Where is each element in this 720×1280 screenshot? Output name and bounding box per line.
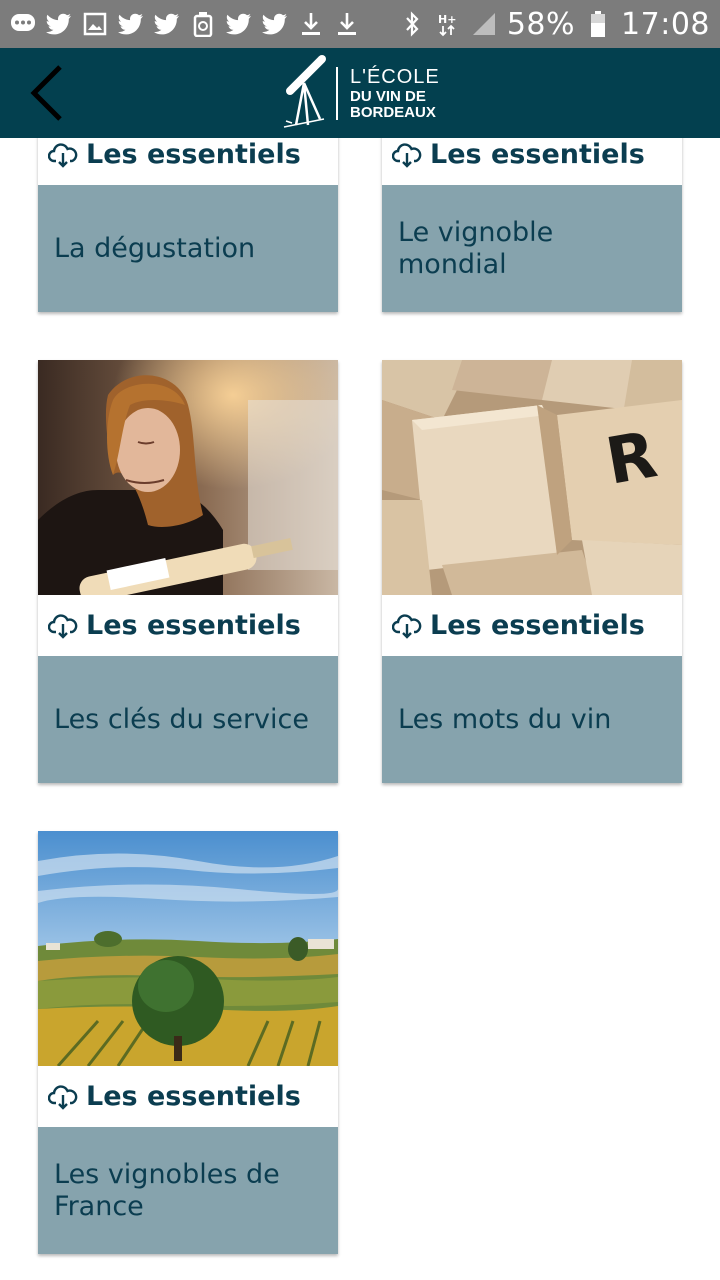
logo-line-1: L'ÉCOLE <box>350 65 440 88</box>
cloud-download-icon <box>48 611 78 641</box>
image-icon <box>82 11 108 37</box>
badge-label: Les essentiels <box>86 1081 301 1112</box>
cloud-download-icon <box>392 140 422 170</box>
twitter-icon <box>118 11 144 37</box>
download-icon <box>298 11 324 37</box>
card-badge: Les essentiels <box>38 138 338 185</box>
clock: 17:08 <box>621 6 710 42</box>
wooden-letter-tiles-photo: R <box>382 360 682 595</box>
card-body: La dégustation <box>38 185 338 312</box>
card-body: Le vignoble mondial <box>382 185 682 312</box>
messages-icon <box>10 11 36 37</box>
course-card[interactable]: Les essentiels La dégustation <box>38 138 338 312</box>
recycle-icon <box>190 11 216 37</box>
battery-percent: 58% <box>506 6 576 42</box>
course-grid: Les essentiels La dégustation Les essent… <box>0 138 720 1280</box>
system-indicators: H+ 58% 17:08 <box>399 7 710 42</box>
logo-wordmark: L'ÉCOLE DU VIN DE BORDEAUX <box>336 65 440 121</box>
card-body: Les vignobles de France <box>38 1127 338 1254</box>
school-logo: L'ÉCOLE DU VIN DE BORDEAUX <box>282 54 440 132</box>
hplus-signal-icon: H+ <box>435 11 461 37</box>
cloud-download-icon <box>392 611 422 641</box>
back-button[interactable] <box>16 62 76 124</box>
card-title: Les clés du service <box>54 703 309 735</box>
twitter-icon <box>262 11 288 37</box>
app-header: L'ÉCOLE DU VIN DE BORDEAUX <box>0 48 720 138</box>
woman-pouring-wine-photo <box>38 360 338 595</box>
logo-line-2: DU VIN DE <box>350 87 426 105</box>
telescope-icon <box>283 55 326 128</box>
card-title: Les vignobles de France <box>54 1158 280 1222</box>
status-bar: H+ 58% 17:08 <box>0 0 720 48</box>
card-body: Les clés du service <box>38 656 338 783</box>
course-card[interactable]: Les essentiels Les vignobles de France <box>38 831 338 1254</box>
notification-icons <box>10 11 360 37</box>
cloud-download-icon <box>48 1082 78 1112</box>
cloud-download-icon <box>48 140 78 170</box>
twitter-icon <box>226 11 252 37</box>
course-card[interactable]: Les essentiels Le vignoble mondial <box>382 138 682 312</box>
badge-label: Les essentiels <box>86 139 301 170</box>
card-body: Les mots du vin <box>382 656 682 783</box>
card-title: La dégustation <box>54 232 256 264</box>
cell-signal-icon <box>471 11 497 37</box>
course-card[interactable]: R Les essentiels Les mots du vin <box>382 360 682 783</box>
vineyard-landscape-photo <box>38 831 338 1066</box>
logo-line-3: BORDEAUX <box>350 103 436 121</box>
download-icon <box>334 11 360 37</box>
twitter-icon <box>46 11 72 37</box>
card-badge: Les essentiels <box>38 1066 338 1127</box>
twitter-icon <box>154 11 180 37</box>
badge-label: Les essentiels <box>86 610 301 641</box>
chevron-left-icon <box>30 65 62 121</box>
card-badge: Les essentiels <box>382 138 682 185</box>
card-badge: Les essentiels <box>382 595 682 656</box>
badge-label: Les essentiels <box>430 139 645 170</box>
card-title: Les mots du vin <box>398 703 612 735</box>
svg-text:H+: H+ <box>438 13 456 26</box>
bluetooth-icon <box>399 11 425 37</box>
course-card[interactable]: Les essentiels Les clés du service <box>38 360 338 783</box>
battery-icon <box>585 11 611 37</box>
card-badge: Les essentiels <box>38 595 338 656</box>
badge-label: Les essentiels <box>430 610 645 641</box>
card-title: Le vignoble mondial <box>398 216 554 280</box>
